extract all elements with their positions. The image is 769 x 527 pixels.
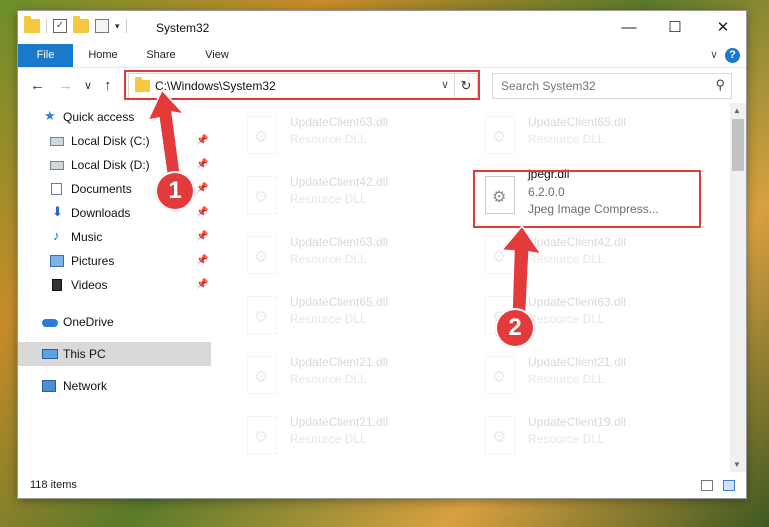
annotation-arrows [146, 88, 543, 314]
callout-1: 1 [155, 171, 195, 211]
arrow-2 [500, 224, 543, 314]
arrow-1 [146, 88, 187, 176]
callout-2: 2 [495, 308, 535, 348]
